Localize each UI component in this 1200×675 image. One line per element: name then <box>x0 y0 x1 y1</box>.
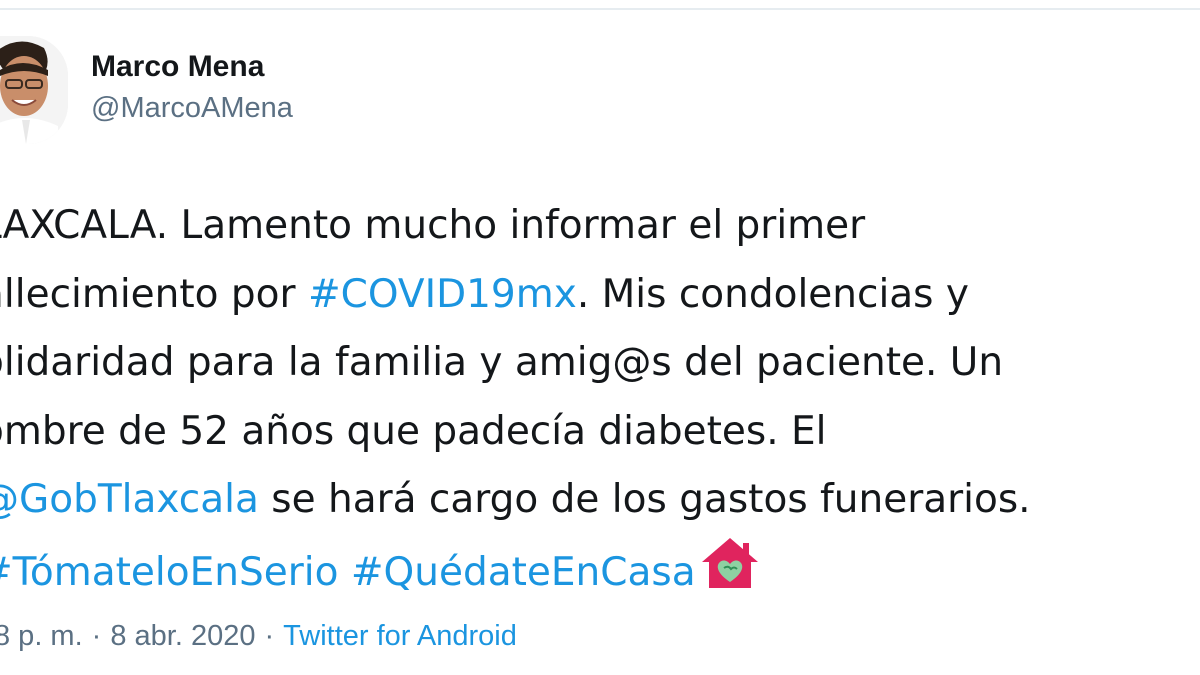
tweet-text: LAXCALA. Lamento mucho informar el prime… <box>0 192 1200 604</box>
tweet-source-link[interactable]: Twitter for Android <box>283 620 517 652</box>
tweet-line: ombre de 52 años que padecía diabetes. E… <box>0 398 1200 467</box>
profile-photo <box>0 36 68 144</box>
meta-separator: · <box>264 620 275 652</box>
tweet-text-segment: LAXCALA. Lamento mucho informar el prime… <box>0 203 866 248</box>
tweet-time[interactable]: 8 p. m. <box>0 620 83 652</box>
tweet-text-segment <box>338 550 350 595</box>
house-with-heart-icon <box>698 535 762 591</box>
meta-separator: · <box>91 620 102 652</box>
avatar[interactable] <box>0 36 68 144</box>
top-divider <box>0 8 1200 10</box>
tweet-date[interactable]: 8 abr. 2020 <box>110 620 255 652</box>
tweet-text-segment: ombre de 52 años que padecía diabetes. E… <box>0 408 827 454</box>
tweet-line: #TómateloEnSerio #QuédateEnCasa <box>0 535 1200 604</box>
tweet-text-segment: allecimiento por <box>0 271 308 317</box>
tweet-text-segment: . Mis condolencias y <box>576 271 969 317</box>
tweet-line: olidaridad para la familia y amig@s del … <box>0 329 1200 398</box>
tweet-metadata: 8 p. m. · 8 abr. 2020 · Twitter for Android <box>0 620 517 653</box>
tweet-line: LAXCALA. Lamento mucho informar el prime… <box>0 192 1200 261</box>
hashtag-covid19mx-link[interactable]: #COVID19mx <box>308 272 577 317</box>
hashtag-tomateloenserio-link[interactable]: #TómateloEnSerio <box>0 550 338 595</box>
hashtag-quedateencasa-link[interactable]: #QuédateEnCasa <box>351 550 696 595</box>
tweet-text-segment: se hará cargo de los gastos funerarios. <box>258 477 1031 523</box>
tweet-line: @GobTlaxcala se hará cargo de los gastos… <box>0 466 1200 535</box>
author-name[interactable]: Marco Mena <box>91 50 264 84</box>
tweet-line: allecimiento por #COVID19mx. Mis condole… <box>0 261 1200 330</box>
mention-gobtlaxcala-link[interactable]: @GobTlaxcala <box>0 477 259 522</box>
author-handle[interactable]: @MarcoAMena <box>91 92 293 125</box>
tweet-text-segment: olidaridad para la familia y amig@s del … <box>0 340 1004 386</box>
